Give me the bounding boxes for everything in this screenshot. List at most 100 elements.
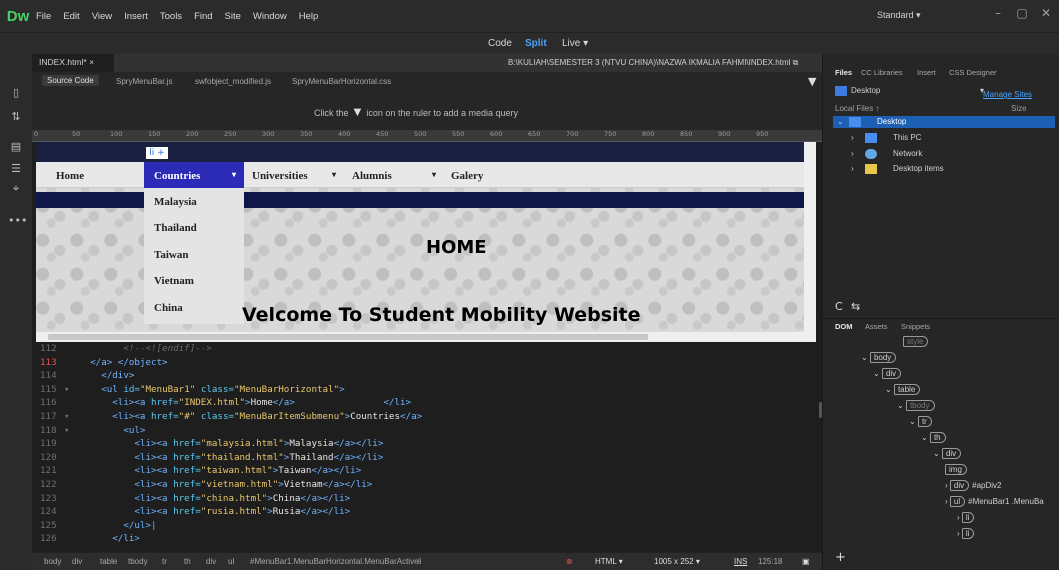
live-code-icon[interactable]: ▤ [8,140,24,156]
code-line[interactable]: <li><a href="#" class="MenuBarItemSubmen… [68,411,422,422]
chevron-down-icon[interactable]: ⌄ [921,433,930,442]
live-view[interactable]: li + Home Countries ▾ Universities ▾ Alu… [36,142,816,332]
chevron-down-icon[interactable]: ⌄ [897,401,906,410]
close-icon[interactable]: ✕ [1034,6,1058,24]
manage-sites-link[interactable]: Manage Sites [983,90,1032,99]
dom-node[interactable]: › ul #MenuBar1 .MenuBa [945,496,1044,507]
dropdown-item-vietnam[interactable]: Vietnam [154,275,194,287]
nav-alumnis[interactable]: Alumnis [352,170,392,182]
code-line[interactable]: </a> </object> [68,357,167,368]
dropdown-item-thailand[interactable]: Thailand [154,222,197,234]
tree-row-desktop[interactable]: ⌄ Desktop [833,116,1055,128]
dom-node[interactable]: ⌄ table [885,384,923,395]
filter-icon[interactable]: ▼ [808,75,816,88]
panel-tab-files[interactable]: Files [835,68,852,77]
dropdown-item-china[interactable]: China [154,302,183,314]
panel-tab-assets[interactable]: Assets [865,322,888,331]
related-file-spry-menubar[interactable]: SpryMenuBar.js [116,77,172,86]
code-editor[interactable]: 112 <!--<![endif]--> 113 </a> </object> 11… [36,342,822,552]
dropdown-item-malaysia[interactable]: Malaysia [154,196,197,208]
code-line[interactable]: <li><a href="china.html">China</a></li> [68,493,350,504]
code-line[interactable]: <li><a href="thailand.html">Thailand</a>… [68,452,383,463]
add-element-icon[interactable]: + [835,550,846,565]
code-line[interactable]: <li><a href="rusia.html">Rusia</a></li> [68,506,350,517]
dom-node[interactable]: style [903,336,931,347]
dom-node[interactable]: ⌄ div [933,448,964,459]
site-location-select[interactable]: Desktop ▾ [835,86,984,98]
dom-node[interactable]: ⌄ div [873,368,904,379]
breadcrumb-item[interactable]: body [44,557,61,566]
nav-countries[interactable]: Countries [154,170,200,182]
breadcrumb-item[interactable]: div [206,557,216,566]
code-line[interactable]: <!--<![endif]--> [68,343,212,354]
menu-edit[interactable]: Edit [63,11,79,22]
dom-node[interactable]: › div #apDiv2 [945,480,1001,491]
breadcrumb-item[interactable]: th [184,557,191,566]
code-view-button[interactable]: Code [488,38,512,49]
related-file-spry-css[interactable]: SpryMenuBarHorizontal.css [292,77,391,86]
open-documents-icon[interactable]: ▯ [8,86,24,102]
nav-universities[interactable]: Universities [252,170,308,182]
dom-node[interactable]: ⌄ body [861,352,899,363]
menu-site[interactable]: Site [225,11,241,22]
media-query-bar[interactable]: Click the ▼ icon on the ruler to add a m… [32,92,822,130]
chevron-down-icon[interactable]: ⌄ [909,417,918,426]
breadcrumb-item[interactable]: li [418,557,422,566]
connect-icon[interactable]: ⇆ [851,300,860,313]
dom-node[interactable]: › li [957,512,977,523]
nav-galery[interactable]: Galery [451,170,483,182]
code-line[interactable]: </li> [68,533,140,544]
tree-row-desktop-items[interactable]: › Desktop items [833,163,1055,175]
breadcrumb-item[interactable]: div [72,557,82,566]
panel-tab-cc-libraries[interactable]: CC Libraries [861,68,903,77]
menu-find[interactable]: Find [194,11,212,22]
code-line[interactable]: <li><a href="malaysia.html">Malaysia</a>… [68,438,383,449]
scroll-thumb[interactable] [48,334,648,340]
more-tools-icon[interactable]: ••• [8,214,27,230]
chevron-down-icon[interactable]: ⌄ [873,369,882,378]
code-line[interactable]: <li><a href="INDEX.html">Home</a> </li> [68,397,411,408]
dom-node[interactable]: ⌄ tbody [897,400,938,411]
inspect-icon[interactable]: ☰ [8,162,24,178]
live-vertical-scrollbar[interactable] [804,142,816,332]
code-line[interactable]: <ul> [68,425,145,436]
menu-insert[interactable]: Insert [124,11,148,22]
breadcrumb-item[interactable]: tr [162,557,167,566]
dom-node[interactable]: › li [957,528,977,539]
file-management-icon[interactable]: ⇅ [8,110,24,126]
menu-tools[interactable]: Tools [160,11,182,22]
code-line[interactable]: <ul id="MenuBar1" class="MenuBarHorizont… [68,384,344,395]
breadcrumb-item[interactable]: #MenuBar1.MenuBarHorizontal.MenuBarActiv… [250,557,419,566]
related-file-source-code[interactable]: Source Code [42,75,99,86]
menu-help[interactable]: Help [299,11,319,22]
refresh-icon[interactable]: C [835,300,843,313]
breadcrumb-item[interactable]: tbody [128,557,148,566]
panel-tab-css-designer[interactable]: CSS Designer [949,68,997,77]
panel-tab-snippets[interactable]: Snippets [901,322,930,331]
breadcrumb-item[interactable]: table [100,557,117,566]
minimize-icon[interactable]: – [986,6,1010,24]
related-file-swfobject[interactable]: swfobject_modified.js [195,77,271,86]
dom-node[interactable]: ⌄ th [921,432,949,443]
ruler[interactable]: 0 50 100 150 200 250 300 350 400 450 500 550 600 650 7… [32,130,822,142]
tab-index-html[interactable]: INDEX.html* × [32,54,114,72]
code-line[interactable]: <li><a href="taiwan.html">Taiwan</a></li… [68,465,361,476]
panel-tab-dom[interactable]: DOM [835,322,853,331]
tree-row-this-pc[interactable]: › This PC [833,132,1055,144]
code-line[interactable]: <li><a href="vietnam.html">Vietnam</a></… [68,479,372,490]
chevron-down-icon[interactable]: ⌄ [861,353,870,362]
element-badge[interactable]: li + [146,147,168,159]
dom-node[interactable]: img [945,464,970,475]
split-view-button[interactable]: Split [525,38,547,49]
maximize-icon[interactable]: ▢ [1010,6,1034,24]
target-icon[interactable]: ⌖ [8,182,24,198]
window-size-select[interactable]: 1005 x 252 ▾ [654,557,700,566]
local-files-header[interactable]: Local Files ↑ [835,104,879,113]
dropdown-item-taiwan[interactable]: Taiwan [154,249,188,261]
size-header[interactable]: Size [1011,104,1027,113]
live-horizontal-scrollbar[interactable] [36,332,816,342]
menu-file[interactable]: File [36,11,51,22]
code-line[interactable]: </ul>| [68,520,156,531]
menu-view[interactable]: View [92,11,112,22]
close-tab-icon[interactable]: × [89,57,94,67]
